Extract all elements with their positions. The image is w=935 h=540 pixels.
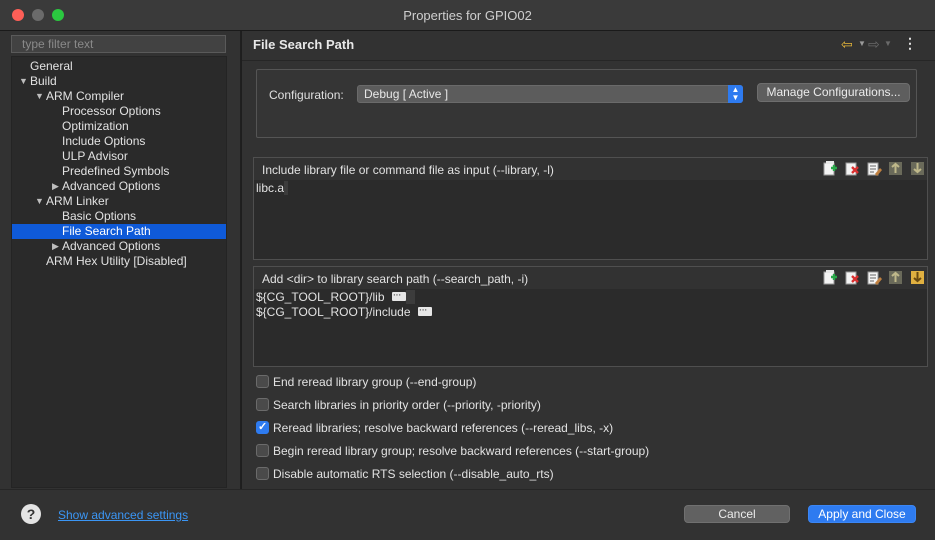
chevron-down-icon[interactable]: ▼: [858, 39, 866, 48]
divider: [242, 60, 935, 61]
move-down-icon[interactable]: [910, 270, 926, 285]
list-item[interactable]: ${CG_TOOL_ROOT}/lib: [256, 288, 415, 304]
collapse-triangle-icon[interactable]: ▶: [52, 179, 62, 194]
tree-item-label: Build: [30, 74, 57, 88]
add-icon[interactable]: [822, 270, 838, 285]
collapse-triangle-icon[interactable]: ▶: [52, 239, 62, 254]
configuration-group: Configuration: Debug [ Active ] ▲ ▼ Manag…: [256, 69, 917, 138]
page-title: File Search Path: [253, 37, 355, 52]
window-title: Properties for GPIO02: [403, 8, 532, 23]
apply-and-close-button[interactable]: Apply and Close: [808, 505, 916, 523]
tree-item-label: Basic Options: [62, 209, 137, 223]
checkbox-label: Begin reread library group; resolve back…: [273, 444, 650, 458]
tree-item-label: Processor Options: [62, 104, 161, 118]
entry-selection: [405, 290, 415, 304]
chevron-down-icon[interactable]: ▼: [884, 39, 892, 48]
tree-item-label: ULP Advisor: [62, 149, 128, 163]
forward-arrow-icon[interactable]: ⇨: [868, 36, 880, 53]
tree-item-optimization[interactable]: Optimization: [12, 119, 226, 134]
expand-triangle-icon[interactable]: ▼: [19, 74, 29, 89]
tree-item-label: ARM Hex Utility [Disabled]: [46, 254, 187, 268]
list-item[interactable]: ${CG_TOOL_ROOT}/include: [256, 303, 432, 319]
select-arrows-icon: ▲ ▼: [728, 85, 743, 103]
edit-icon[interactable]: [866, 270, 882, 285]
tree-item-arm-linker[interactable]: ▼ ARM Linker: [12, 194, 226, 209]
tree-item-label: Include Options: [62, 134, 146, 148]
configuration-value: Debug [ Active ]: [364, 87, 449, 101]
tree-item-label: Optimization: [62, 119, 129, 133]
tree-item-label: Advanced Options: [62, 179, 161, 193]
title-bar: Properties for GPIO02: [0, 0, 935, 31]
tree-item-file-search-path[interactable]: File Search Path: [12, 224, 226, 239]
tree-item-basic-options[interactable]: Basic Options: [12, 209, 226, 224]
expand-triangle-icon[interactable]: ▼: [35, 89, 45, 104]
show-advanced-settings-link[interactable]: Show advanced settings: [58, 508, 188, 522]
sidebar: type filter text General ▼ Build ▼ ARM C…: [0, 31, 241, 489]
checkbox-label: End reread library group (--end-group): [273, 375, 477, 389]
list-item[interactable]: libc.a: [256, 181, 289, 195]
add-icon[interactable]: [822, 161, 838, 176]
help-icon[interactable]: ?: [21, 504, 41, 524]
back-arrow-icon[interactable]: ⇦: [841, 36, 853, 53]
browse-ellipsis-icon[interactable]: [391, 288, 406, 302]
move-down-icon[interactable]: [910, 161, 926, 176]
move-up-icon[interactable]: [888, 161, 904, 176]
settings-tree: General ▼ Build ▼ ARM Compiler Processor…: [11, 56, 227, 488]
delete-icon[interactable]: [844, 270, 860, 285]
checkbox[interactable]: [256, 444, 269, 457]
tree-item-arm-hex-utility[interactable]: ARM Hex Utility [Disabled]: [12, 254, 226, 269]
main-panel: File Search Path ⇦ ▼ ⇨ ▼ ⋮ Configuration…: [242, 31, 935, 489]
tree-item-linker-advanced-options[interactable]: ▶ Advanced Options: [12, 239, 226, 254]
move-up-icon[interactable]: [888, 270, 904, 285]
dialog-footer: ? Show advanced settings Cancel Apply an…: [0, 489, 935, 540]
search-path-entry: ${CG_TOOL_ROOT}/include: [256, 305, 411, 319]
tree-item-label: General: [30, 59, 73, 73]
manage-configurations-button[interactable]: Manage Configurations...: [757, 83, 910, 102]
tree-item-label: ARM Linker: [46, 194, 109, 208]
checkbox[interactable]: [256, 375, 269, 388]
tree-item-processor-options[interactable]: Processor Options: [12, 104, 226, 119]
tree-item-general[interactable]: General: [12, 59, 226, 74]
cancel-button[interactable]: Cancel: [684, 505, 790, 523]
tree-item-label: Predefined Symbols: [62, 164, 170, 178]
library-list: Include library file or command file as …: [253, 157, 928, 260]
library-list-header: Include library file or command file as …: [254, 158, 927, 180]
checkbox-label: Search libraries in priority order (--pr…: [273, 398, 541, 412]
checkbox-label: Reread libraries; resolve backward refer…: [273, 421, 614, 435]
search-path-list-header: Add <dir> to library search path (--sear…: [254, 267, 927, 289]
tree-item-label: ARM Compiler: [46, 89, 125, 103]
tree-item-label: Advanced Options: [62, 239, 161, 253]
search-path-list-title: Add <dir> to library search path (--sear…: [262, 272, 529, 286]
checkbox[interactable]: [256, 398, 269, 411]
tree-item-predefined-symbols[interactable]: Predefined Symbols: [12, 164, 226, 179]
more-menu-icon[interactable]: ⋮: [903, 35, 917, 52]
search-path-list: Add <dir> to library search path (--sear…: [253, 266, 928, 367]
tree-item-ulp-advisor[interactable]: ULP Advisor: [12, 149, 226, 164]
checkbox[interactable]: [256, 467, 269, 480]
filter-input[interactable]: type filter text: [11, 35, 226, 53]
configuration-select[interactable]: Debug [ Active ] ▲ ▼: [357, 85, 743, 103]
expand-triangle-icon[interactable]: ▼: [35, 194, 45, 209]
search-path-entry: ${CG_TOOL_ROOT}/lib: [256, 290, 385, 304]
tree-item-build[interactable]: ▼ Build: [12, 74, 226, 89]
tree-item-arm-compiler[interactable]: ▼ ARM Compiler: [12, 89, 226, 104]
entry-selection: [284, 181, 289, 195]
edit-icon[interactable]: [866, 161, 882, 176]
checkbox-checked[interactable]: [256, 420, 269, 434]
tree-item-include-options[interactable]: Include Options: [12, 134, 226, 149]
configuration-label: Configuration:: [269, 88, 344, 102]
checkbox-label: Disable automatic RTS selection (--disab…: [273, 467, 554, 481]
tree-item-label: File Search Path: [62, 224, 151, 238]
library-entry: libc.a: [256, 181, 285, 195]
delete-icon[interactable]: [844, 161, 860, 176]
browse-ellipsis-icon[interactable]: [417, 303, 432, 317]
library-list-title: Include library file or command file as …: [262, 163, 554, 177]
tree-item-compiler-advanced-options[interactable]: ▶ Advanced Options: [12, 179, 226, 194]
